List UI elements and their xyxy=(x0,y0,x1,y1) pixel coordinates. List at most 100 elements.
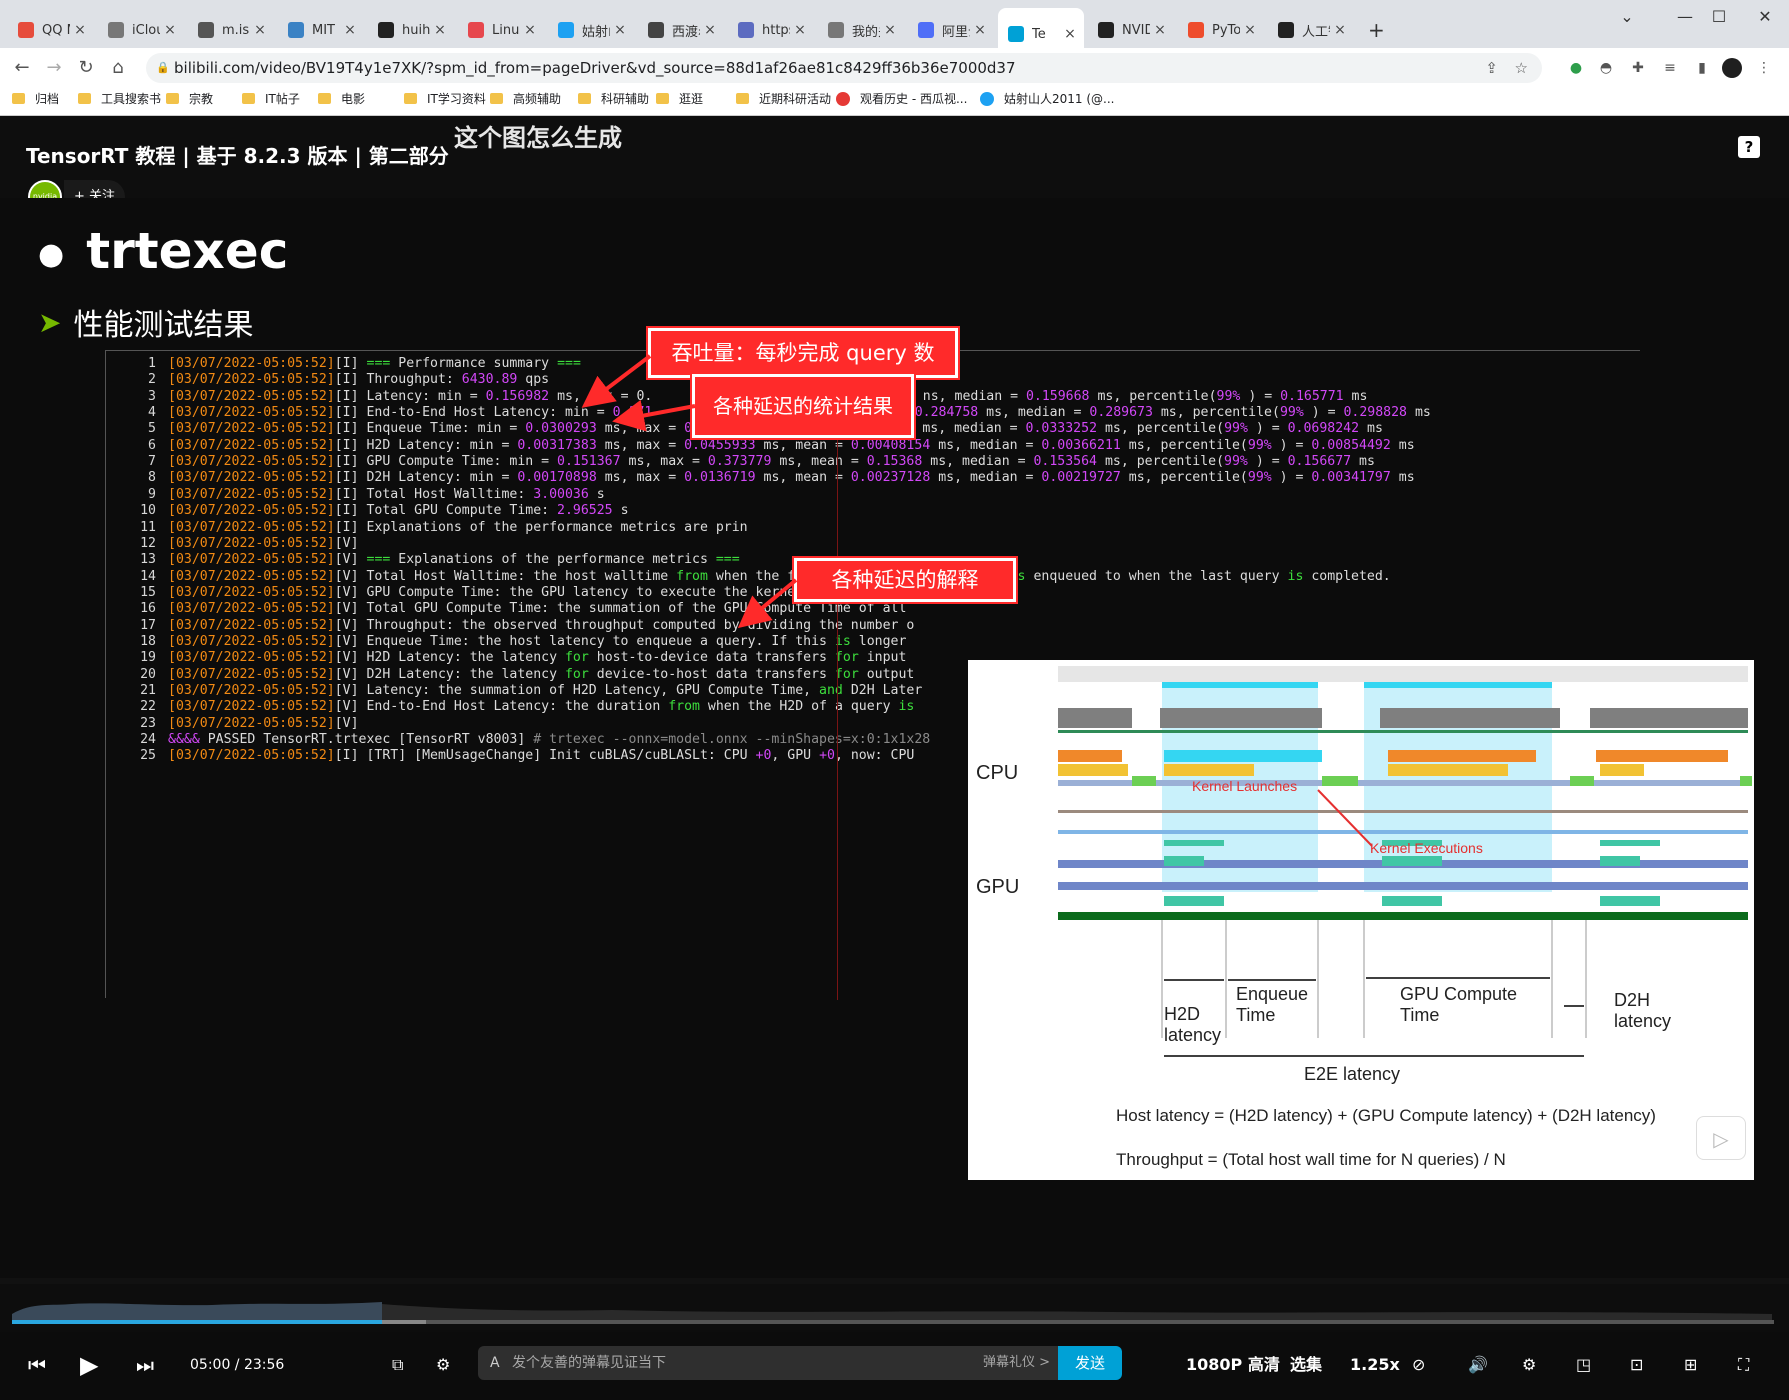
tab-close-icon[interactable]: × xyxy=(1060,26,1080,42)
tab-close-icon[interactable]: × xyxy=(970,22,990,38)
media-icon[interactable]: ≡ xyxy=(1660,58,1680,78)
bookmarks-bar: 归档 工具搜索书 宗教 IT帖子 电影 IT学习资料 高频辅助 科研辅助 逛逛 近期科研活动 观看历… xyxy=(0,84,1789,116)
volume-icon[interactable]: 🔊 xyxy=(1468,1350,1488,1380)
extension-mask-icon[interactable]: ◓ xyxy=(1596,58,1616,78)
forward-icon[interactable]: → xyxy=(40,56,68,80)
close-window-icon[interactable]: ✕ xyxy=(1741,4,1789,30)
h2d-latency-label: H2D latency xyxy=(1164,1004,1222,1045)
bookmark-label: 工具搜索书 xyxy=(101,92,162,106)
back-icon[interactable]: ← xyxy=(8,56,36,80)
tab-close-icon[interactable]: × xyxy=(250,22,270,38)
tab-close-icon[interactable]: × xyxy=(1150,22,1170,38)
tab-title: PyTorc xyxy=(1212,22,1240,38)
danmu-etiquette[interactable]: 弹幕礼仪 > xyxy=(983,1346,1050,1380)
browser-tab[interactable]: 姑射山× xyxy=(548,14,634,46)
replay-icon[interactable]: ▷ xyxy=(1696,1116,1746,1160)
share-icon[interactable]: ⇪ xyxy=(1485,53,1498,83)
tab-title: 西渡赤 xyxy=(672,24,700,40)
bookmark-item[interactable]: IT帖子 xyxy=(242,90,300,107)
settings-icon[interactable]: ⚙ xyxy=(1522,1350,1536,1380)
tab-close-icon[interactable]: × xyxy=(880,22,900,38)
folder-icon xyxy=(404,93,417,104)
fullscreen-icon[interactable]: ⛶ xyxy=(1738,1350,1749,1380)
tab-close-icon[interactable]: × xyxy=(1240,22,1260,38)
reload-icon[interactable]: ↻ xyxy=(72,56,100,80)
tab-close-icon[interactable]: × xyxy=(1330,22,1350,38)
bookmark-item[interactable]: 工具搜索书 xyxy=(78,90,161,107)
next-icon[interactable]: ⏭ xyxy=(136,1350,154,1380)
tab-close-icon[interactable]: × xyxy=(610,22,630,38)
bookmark-item[interactable]: 逛逛 xyxy=(656,90,703,107)
browser-tab[interactable]: PyTorc× xyxy=(1178,14,1264,46)
browser-tab[interactable]: QQ M× xyxy=(8,14,94,46)
bookmark-item[interactable]: IT学习资料 xyxy=(404,90,486,107)
webfullscreen-icon[interactable]: ⊞ xyxy=(1684,1350,1697,1380)
bookmark-item[interactable]: 近期科研活动 xyxy=(736,90,831,107)
tab-title: https:/ xyxy=(762,22,790,38)
bookmark-item[interactable]: 科研辅助 xyxy=(578,90,649,107)
bookmark-item[interactable]: 姑射山人2011 (@... xyxy=(980,90,1114,107)
menu-icon[interactable]: ⋮ xyxy=(1754,58,1774,78)
progress-bar[interactable] xyxy=(12,1320,1774,1324)
new-tab-icon[interactable]: + xyxy=(1358,14,1386,46)
tab-close-icon[interactable]: × xyxy=(70,22,90,38)
tab-search-icon[interactable]: ⌄ xyxy=(1603,4,1651,30)
tab-close-icon[interactable]: × xyxy=(520,22,540,38)
url-bar[interactable]: 🔒 bilibili.com/video/BV19T4y1e7XK/?spm_i… xyxy=(146,53,1542,83)
bookmark-item[interactable]: 电影 xyxy=(318,90,365,107)
browser-tab[interactable]: 人工智× xyxy=(1268,14,1354,46)
subtitle-off-icon[interactable]: ⊘ xyxy=(1412,1350,1425,1380)
speed-button[interactable]: 1.25x xyxy=(1350,1350,1400,1380)
bookmark-item[interactable]: 观看历史 - 西瓜视... xyxy=(836,90,967,107)
episodes-button[interactable]: 选集 xyxy=(1290,1350,1322,1380)
bookmark-item[interactable]: 高频辅助 xyxy=(490,90,561,107)
browser-tab[interactable]: 西渡赤× xyxy=(638,14,724,46)
tab-close-icon[interactable]: × xyxy=(340,22,360,38)
browser-tab[interactable]: Linux× xyxy=(458,14,544,46)
bookmark-item[interactable]: 归档 xyxy=(12,90,59,107)
tab-close-icon[interactable]: × xyxy=(700,22,720,38)
extension-icon[interactable]: ● xyxy=(1566,58,1586,78)
danmu-input[interactable]: A 发个友善的弹幕见证当下 弹幕礼仪 > xyxy=(478,1346,1064,1380)
tab-close-icon[interactable]: × xyxy=(160,22,180,38)
throughput-formula: Throughput = (Total host wall time for N… xyxy=(1116,1150,1506,1169)
previous-icon[interactable]: ⏮ xyxy=(28,1350,46,1380)
widescreen-icon[interactable]: ⊡ xyxy=(1630,1350,1643,1380)
tab-title: m.ishu xyxy=(222,22,250,38)
tab-close-icon[interactable]: × xyxy=(430,22,450,38)
browser-tab[interactable]: https:/× xyxy=(728,14,814,46)
maximize-icon[interactable]: ☐ xyxy=(1695,4,1743,30)
browser-tab[interactable]: MIT 6.× xyxy=(278,14,364,46)
tab-title: huihut xyxy=(402,22,430,38)
help-button[interactable]: ? xyxy=(1738,136,1760,158)
browser-tab[interactable]: NVIDI× xyxy=(1088,14,1174,46)
bookmark-label: IT帖子 xyxy=(265,92,300,106)
play-icon[interactable]: ▶ xyxy=(80,1350,98,1380)
sidepanel-icon[interactable]: ▮ xyxy=(1692,58,1712,78)
browser-tab[interactable]: m.ishu× xyxy=(188,14,274,46)
tab-favicon-icon xyxy=(738,22,754,38)
quality-button[interactable]: 1080P 高清 xyxy=(1186,1350,1280,1380)
profile-avatar[interactable] xyxy=(1722,58,1742,78)
browser-tab[interactable]: huihut× xyxy=(368,14,454,46)
tab-title: QQ M xyxy=(42,22,70,38)
bookmark-item[interactable]: 宗教 xyxy=(166,90,213,107)
danmu-toggle-icon[interactable]: ⧉ xyxy=(392,1350,403,1380)
d2h-latency-label: D2H latency xyxy=(1614,990,1672,1031)
folder-icon xyxy=(78,93,91,104)
tab-favicon-icon xyxy=(198,22,214,38)
folder-icon xyxy=(242,93,255,104)
pip-icon[interactable]: ◳ xyxy=(1576,1350,1591,1380)
browser-tab[interactable]: 我的关× xyxy=(818,14,904,46)
tab-title: 阿里云 xyxy=(942,24,970,40)
video-player[interactable]: TensorRT 教程 | 基于 8.2.3 版本 | 第二部分 这个图怎么生成… xyxy=(0,116,1789,1400)
danmu-settings-icon[interactable]: ⚙ xyxy=(436,1350,450,1380)
puzzle-icon[interactable]: ✚ xyxy=(1628,58,1648,78)
tab-favicon-icon xyxy=(828,22,844,38)
browser-tab[interactable]: 阿里云× xyxy=(908,14,994,46)
bookmark-star-icon[interactable]: ☆ xyxy=(1515,53,1528,83)
browser-tab[interactable]: iCloud× xyxy=(98,14,184,46)
tab-close-icon[interactable]: × xyxy=(790,22,810,38)
danmu-send-button[interactable]: 发送 xyxy=(1058,1346,1122,1380)
home-icon[interactable]: ⌂ xyxy=(104,56,132,80)
